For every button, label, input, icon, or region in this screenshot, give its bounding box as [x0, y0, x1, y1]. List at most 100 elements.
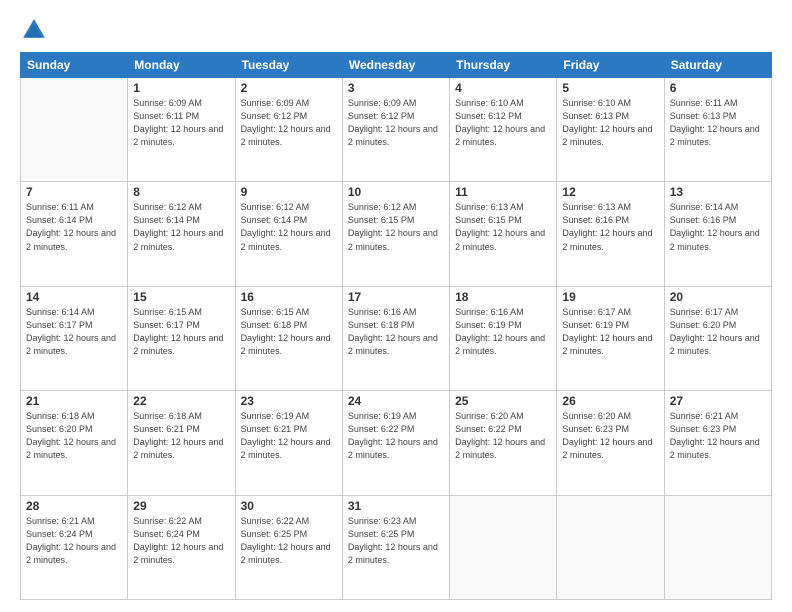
calendar-cell: 6 Sunrise: 6:11 AM Sunset: 6:13 PM Daylig… [664, 78, 771, 182]
day-number: 3 [348, 81, 444, 95]
day-number: 7 [26, 185, 122, 199]
day-number: 8 [133, 185, 229, 199]
calendar-cell: 26Sunrise: 6:20 AM Sunset: 6:23 PM Dayli… [557, 391, 664, 495]
day-info: Sunrise: 6:18 AM Sunset: 6:21 PM Dayligh… [133, 410, 229, 462]
calendar-header-row: SundayMondayTuesdayWednesdayThursdayFrid… [21, 53, 772, 78]
day-info: Sunrise: 6:12 AM Sunset: 6:15 PM Dayligh… [348, 201, 444, 253]
calendar-cell [21, 78, 128, 182]
weekday-header-monday: Monday [128, 53, 235, 78]
day-number: 28 [26, 499, 122, 513]
day-info: Sunrise: 6:15 AM Sunset: 6:17 PM Dayligh… [133, 306, 229, 358]
calendar-cell: 2Sunrise: 6:09 AM Sunset: 6:12 PM Daylig… [235, 78, 342, 182]
day-info: Sunrise: 6:09 AM Sunset: 6:12 PM Dayligh… [348, 97, 444, 149]
day-info: Sunrise: 6:12 AM Sunset: 6:14 PM Dayligh… [133, 201, 229, 253]
day-number: 16 [241, 290, 337, 304]
day-info: Sunrise: 6:13 AM Sunset: 6:15 PM Dayligh… [455, 201, 551, 253]
day-number: 9 [241, 185, 337, 199]
day-number: 6 [670, 81, 766, 95]
day-number: 5 [562, 81, 658, 95]
day-info: Sunrise: 6:22 AM Sunset: 6:25 PM Dayligh… [241, 515, 337, 567]
weekday-header-sunday: Sunday [21, 53, 128, 78]
day-number: 4 [455, 81, 551, 95]
day-number: 15 [133, 290, 229, 304]
calendar-week-row: 21 Sunrise: 6:18 AM Sunset: 6:20 PM Dayli… [21, 391, 772, 495]
day-info: Sunrise: 6:16 AM Sunset: 6:19 PM Dayligh… [455, 306, 551, 358]
day-number: 19 [562, 290, 658, 304]
calendar-week-row: 7Sunrise: 6:11 AM Sunset: 6:14 PM Daylig… [21, 182, 772, 286]
day-info: Sunrise: 6:13 AM Sunset: 6:16 PM Dayligh… [562, 201, 658, 253]
day-info: Sunrise: 6:20 AM Sunset: 6:23 PM Dayligh… [562, 410, 658, 462]
day-info: Sunrise: 6:12 AM Sunset: 6:14 PM Dayligh… [241, 201, 337, 253]
weekday-header-saturday: Saturday [664, 53, 771, 78]
weekday-header-friday: Friday [557, 53, 664, 78]
calendar-cell: 14 Sunrise: 6:14 AM Sunset: 6:17 PM Dayli… [21, 286, 128, 390]
calendar-cell: 1 Sunrise: 6:09 AM Sunset: 6:11 PM Daylig… [128, 78, 235, 182]
day-number: 14 [26, 290, 122, 304]
calendar-cell: 17 Sunrise: 6:16 AM Sunset: 6:18 PM Dayli… [342, 286, 449, 390]
day-number: 1 [133, 81, 229, 95]
day-number: 10 [348, 185, 444, 199]
calendar-cell: 30 Sunrise: 6:22 AM Sunset: 6:25 PM Dayli… [235, 495, 342, 599]
day-number: 21 [26, 394, 122, 408]
day-number: 11 [455, 185, 551, 199]
day-info: Sunrise: 6:14 AM Sunset: 6:17 PM Dayligh… [26, 306, 122, 358]
day-info: Sunrise: 6:23 AM Sunset: 6:25 PM Dayligh… [348, 515, 444, 567]
day-info: Sunrise: 6:18 AM Sunset: 6:20 PM Dayligh… [26, 410, 122, 462]
day-info: Sunrise: 6:11 AM Sunset: 6:13 PM Dayligh… [670, 97, 766, 149]
day-number: 17 [348, 290, 444, 304]
calendar-week-row: 1 Sunrise: 6:09 AM Sunset: 6:11 PM Daylig… [21, 78, 772, 182]
day-number: 29 [133, 499, 229, 513]
calendar-cell: 11 Sunrise: 6:13 AM Sunset: 6:15 PM Dayli… [450, 182, 557, 286]
calendar-cell: 9 Sunrise: 6:12 AM Sunset: 6:14 PM Daylig… [235, 182, 342, 286]
day-info: Sunrise: 6:10 AM Sunset: 6:13 PM Dayligh… [562, 97, 658, 149]
calendar-cell [664, 495, 771, 599]
day-number: 13 [670, 185, 766, 199]
day-info: Sunrise: 6:09 AM Sunset: 6:11 PM Dayligh… [133, 97, 229, 149]
calendar-cell: 4Sunrise: 6:10 AM Sunset: 6:12 PM Daylig… [450, 78, 557, 182]
calendar-cell: 20 Sunrise: 6:17 AM Sunset: 6:20 PM Dayli… [664, 286, 771, 390]
calendar-cell: 12 Sunrise: 6:13 AM Sunset: 6:16 PM Dayli… [557, 182, 664, 286]
calendar-cell: 10 Sunrise: 6:12 AM Sunset: 6:15 PM Dayli… [342, 182, 449, 286]
day-info: Sunrise: 6:21 AM Sunset: 6:23 PM Dayligh… [670, 410, 766, 462]
calendar-cell: 18 Sunrise: 6:16 AM Sunset: 6:19 PM Dayli… [450, 286, 557, 390]
calendar-week-row: 14 Sunrise: 6:14 AM Sunset: 6:17 PM Dayli… [21, 286, 772, 390]
day-info: Sunrise: 6:16 AM Sunset: 6:18 PM Dayligh… [348, 306, 444, 358]
day-info: Sunrise: 6:20 AM Sunset: 6:22 PM Dayligh… [455, 410, 551, 462]
day-number: 18 [455, 290, 551, 304]
calendar-cell: 24 Sunrise: 6:19 AM Sunset: 6:22 PM Dayli… [342, 391, 449, 495]
day-number: 12 [562, 185, 658, 199]
header [20, 16, 772, 44]
calendar-cell: 23 Sunrise: 6:19 AM Sunset: 6:21 PM Dayli… [235, 391, 342, 495]
day-number: 20 [670, 290, 766, 304]
calendar-cell: 21 Sunrise: 6:18 AM Sunset: 6:20 PM Dayli… [21, 391, 128, 495]
day-info: Sunrise: 6:19 AM Sunset: 6:21 PM Dayligh… [241, 410, 337, 462]
day-number: 30 [241, 499, 337, 513]
calendar-cell: 29 Sunrise: 6:22 AM Sunset: 6:24 PM Dayli… [128, 495, 235, 599]
day-number: 23 [241, 394, 337, 408]
calendar-cell: 3 Sunrise: 6:09 AM Sunset: 6:12 PM Daylig… [342, 78, 449, 182]
calendar-cell: 13 Sunrise: 6:14 AM Sunset: 6:16 PM Dayli… [664, 182, 771, 286]
logo [20, 16, 52, 44]
day-info: Sunrise: 6:17 AM Sunset: 6:20 PM Dayligh… [670, 306, 766, 358]
day-info: Sunrise: 6:22 AM Sunset: 6:24 PM Dayligh… [133, 515, 229, 567]
page: SundayMondayTuesdayWednesdayThursdayFrid… [0, 0, 792, 612]
weekday-header-thursday: Thursday [450, 53, 557, 78]
calendar-cell [450, 495, 557, 599]
day-number: 24 [348, 394, 444, 408]
calendar-cell: 22Sunrise: 6:18 AM Sunset: 6:21 PM Dayli… [128, 391, 235, 495]
calendar-week-row: 28Sunrise: 6:21 AM Sunset: 6:24 PM Dayli… [21, 495, 772, 599]
day-number: 25 [455, 394, 551, 408]
calendar-cell: 27 Sunrise: 6:21 AM Sunset: 6:23 PM Dayli… [664, 391, 771, 495]
calendar-cell: 8 Sunrise: 6:12 AM Sunset: 6:14 PM Daylig… [128, 182, 235, 286]
calendar-cell: 28Sunrise: 6:21 AM Sunset: 6:24 PM Dayli… [21, 495, 128, 599]
day-number: 2 [241, 81, 337, 95]
day-info: Sunrise: 6:19 AM Sunset: 6:22 PM Dayligh… [348, 410, 444, 462]
calendar-table: SundayMondayTuesdayWednesdayThursdayFrid… [20, 52, 772, 600]
calendar-cell: 25 Sunrise: 6:20 AM Sunset: 6:22 PM Dayli… [450, 391, 557, 495]
calendar-cell: 19Sunrise: 6:17 AM Sunset: 6:19 PM Dayli… [557, 286, 664, 390]
calendar-cell: 15 Sunrise: 6:15 AM Sunset: 6:17 PM Dayli… [128, 286, 235, 390]
day-info: Sunrise: 6:14 AM Sunset: 6:16 PM Dayligh… [670, 201, 766, 253]
day-number: 27 [670, 394, 766, 408]
day-info: Sunrise: 6:15 AM Sunset: 6:18 PM Dayligh… [241, 306, 337, 358]
calendar-cell [557, 495, 664, 599]
